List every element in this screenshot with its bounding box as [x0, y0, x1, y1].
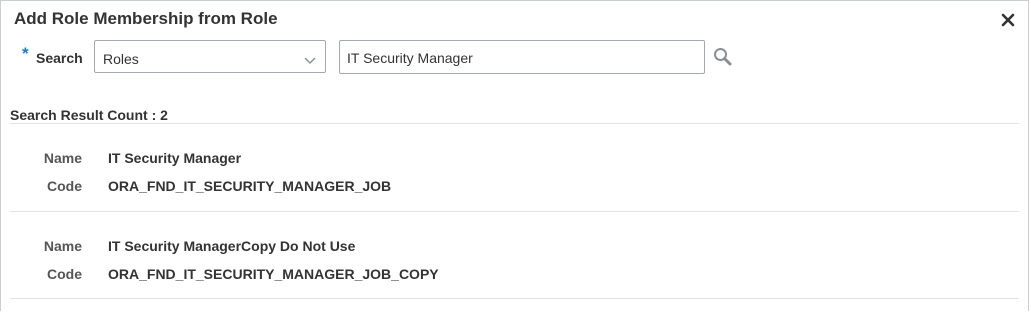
required-indicator: * [22, 44, 29, 63]
code-label: Code [47, 266, 82, 282]
role-code: ORA_FND_IT_SECURITY_MANAGER_JOB_COPY [108, 266, 439, 282]
search-label: Search [36, 50, 83, 66]
search-input[interactable] [339, 40, 705, 74]
chevron-down-icon [304, 52, 316, 68]
dialog-title: Add Role Membership from Role [14, 9, 278, 28]
role-code: ORA_FND_IT_SECURITY_MANAGER_JOB [108, 178, 392, 194]
divider [10, 123, 1019, 124]
add-role-membership-dialog: Add Role Membership from Role * Search R… [0, 0, 1029, 311]
name-label: Name [43, 238, 82, 254]
role-name: IT Security Manager [108, 150, 242, 166]
search-icon[interactable] [712, 46, 734, 68]
search-result-count: Search Result Count : 2 [10, 107, 168, 123]
divider [10, 298, 1019, 299]
result-item[interactable]: Name IT Security Manager Code ORA_FND_IT… [10, 141, 1010, 211]
code-label: Code [47, 178, 82, 194]
role-name: IT Security ManagerCopy Do Not Use [108, 238, 356, 254]
search-type-select[interactable]: Roles [94, 40, 326, 73]
name-label: Name [43, 150, 82, 166]
search-type-value: Roles [103, 51, 139, 67]
divider [10, 211, 1019, 212]
result-item[interactable]: Name IT Security ManagerCopy Do Not Use … [10, 229, 1010, 299]
close-icon[interactable] [998, 10, 1018, 30]
